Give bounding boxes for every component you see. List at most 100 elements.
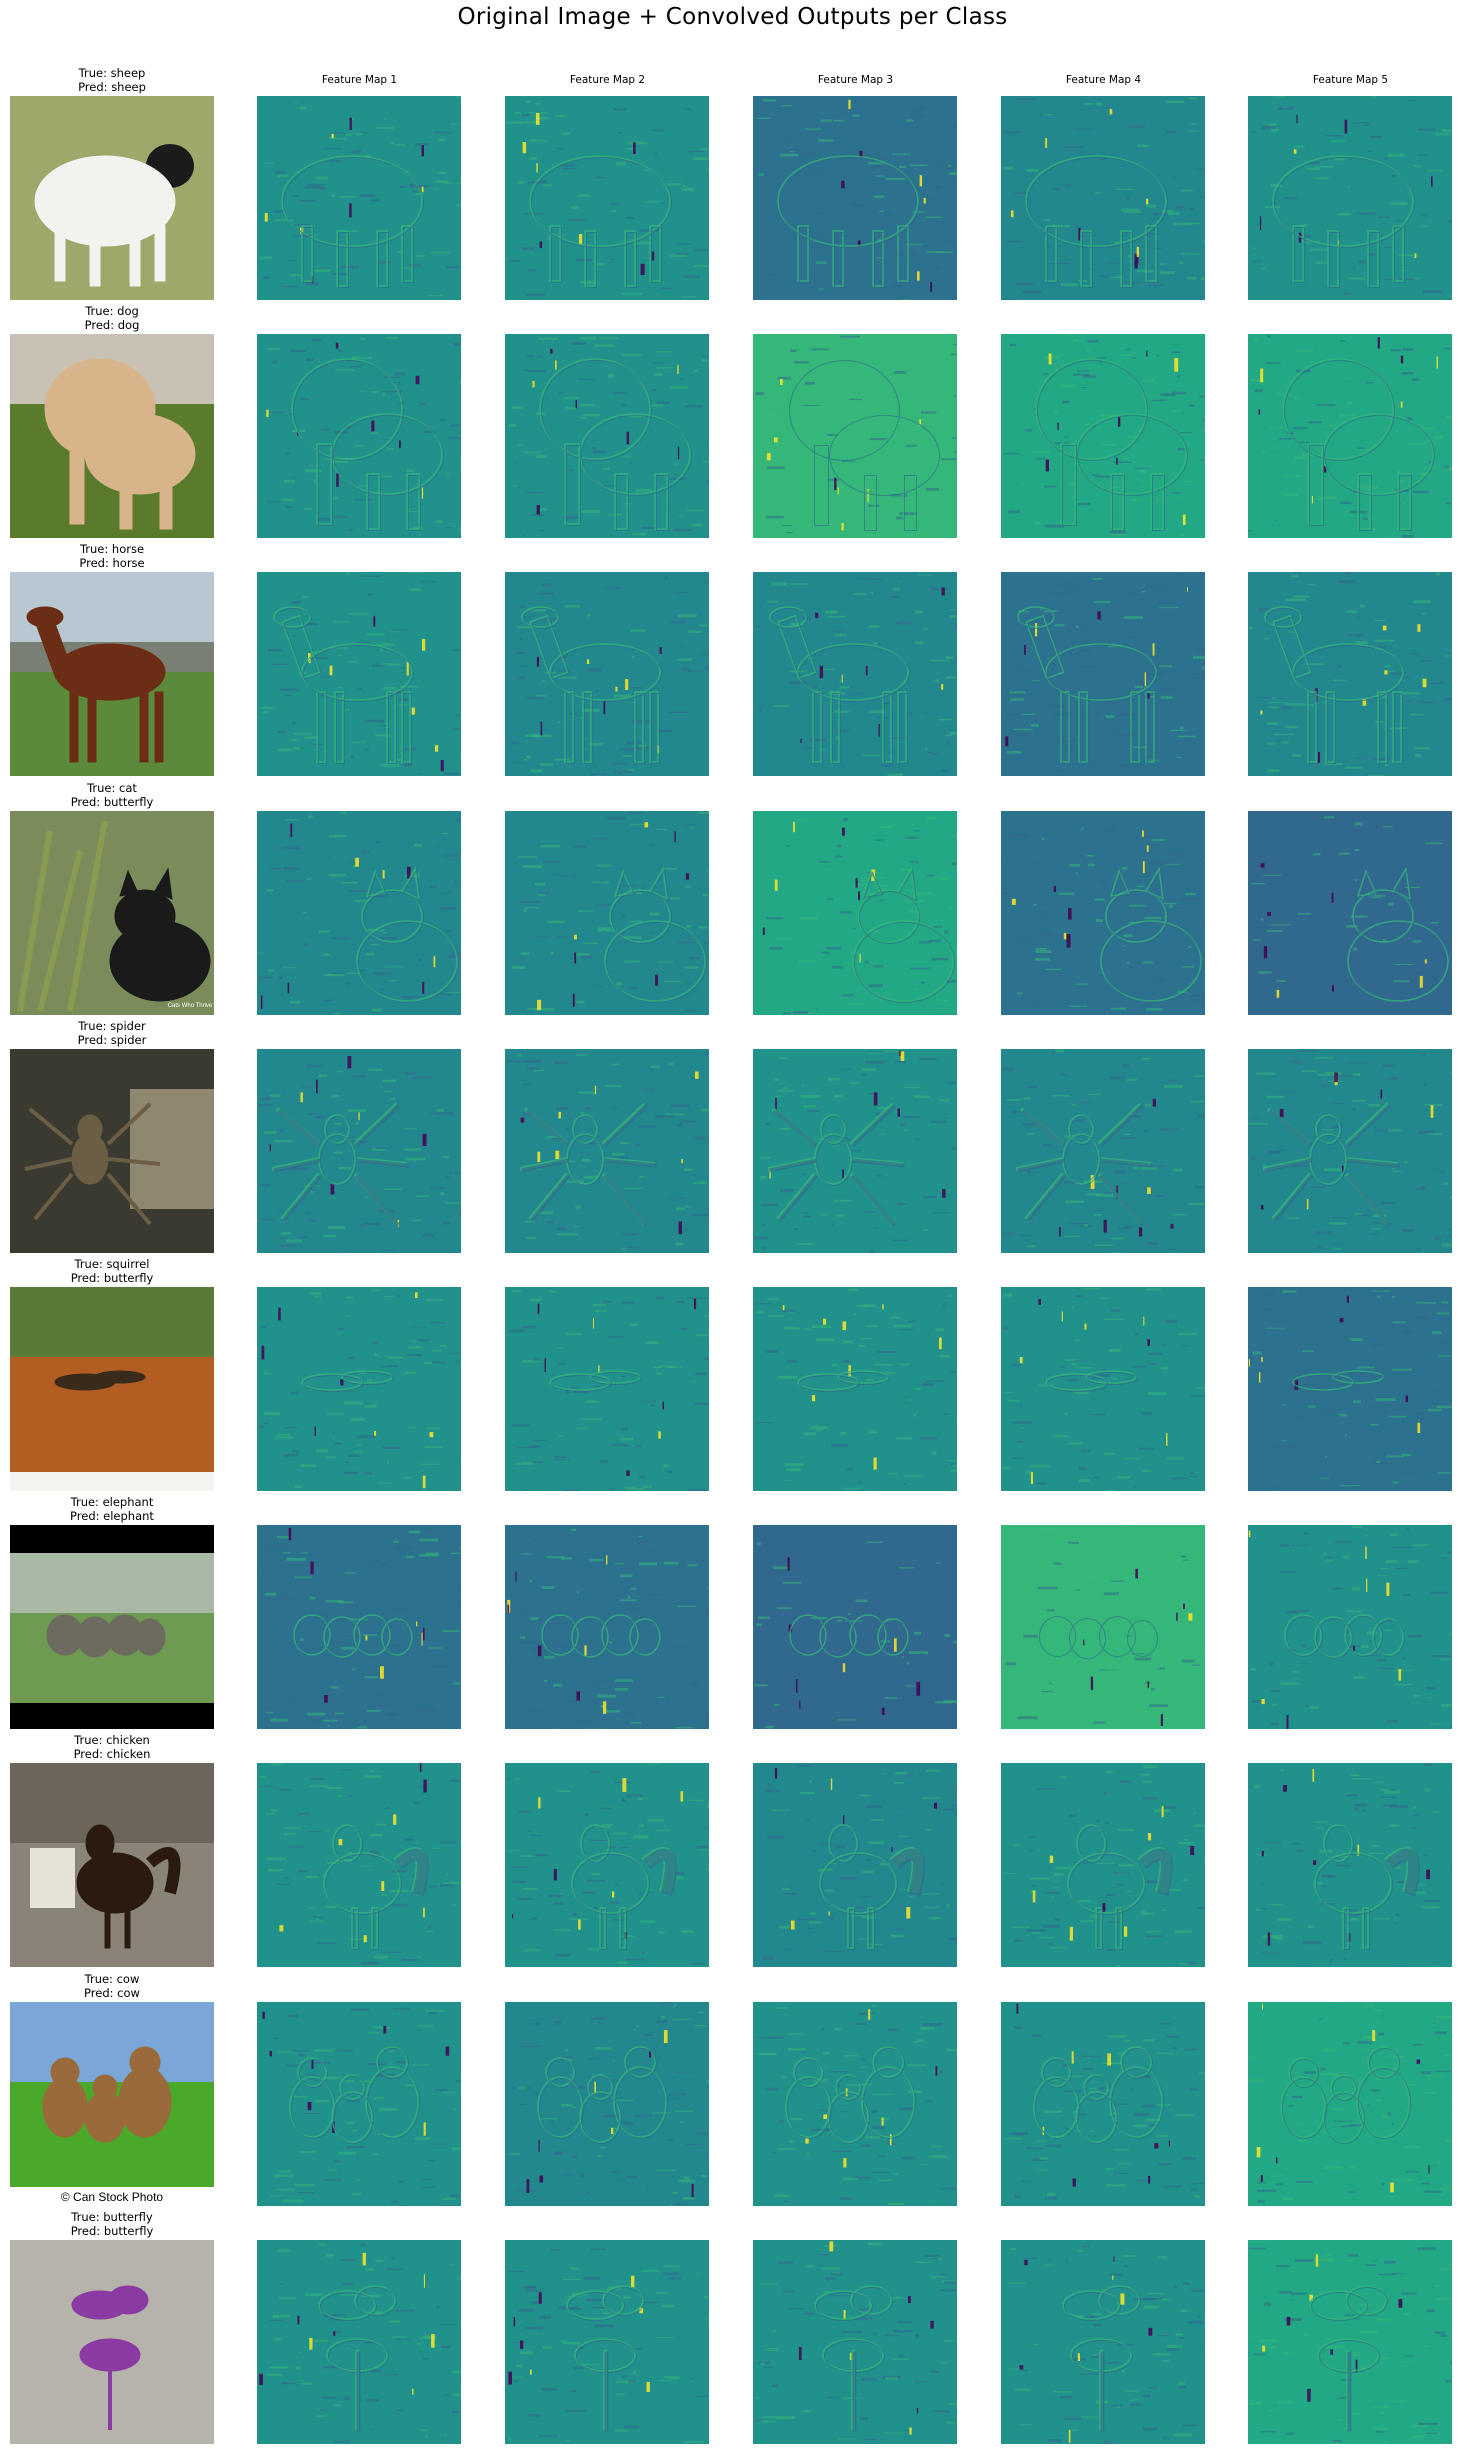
feature-map-2-cow (505, 2001, 709, 2206)
feature-map-3-chicken (753, 1763, 957, 1968)
true-label: True: sheep (78, 66, 146, 80)
true-label: True: elephant (70, 1495, 154, 1510)
activation-map (1248, 1287, 1452, 1491)
feature-map-4-spider (1001, 1048, 1205, 1253)
pred-label: Pred: horse (79, 556, 145, 571)
feature-map-1-butterfly (257, 2239, 461, 2444)
activation-map (505, 810, 709, 1015)
activation-map (505, 2239, 709, 2444)
activation-map (1001, 334, 1205, 539)
pred-label: Pred: sheep (78, 80, 146, 94)
feature-map-3-elephant (753, 1525, 957, 1730)
feature-map-2-squirrel (505, 1287, 709, 1491)
original-image-sheep (10, 96, 214, 300)
photo-elephant (10, 1525, 214, 1730)
activation-map (1248, 2001, 1452, 2206)
feature-map-2-butterfly (505, 2239, 709, 2444)
true-label: True: cat (87, 780, 137, 795)
photo-squirrel (10, 1287, 214, 1491)
activation-map (257, 810, 461, 1015)
feature-map-2-chicken (505, 1763, 709, 1968)
row-label-squirrel: True: squirrel Pred: butterfly (2, 1257, 222, 1285)
activation-map (257, 1525, 461, 1730)
activation-map (1248, 810, 1452, 1015)
true-label: True: horse (79, 542, 145, 557)
feature-map-1-sheep (257, 96, 461, 300)
true-label: True: dog (85, 304, 139, 319)
activation-map (1001, 1763, 1205, 1968)
activation-map (1248, 1525, 1452, 1730)
photo-butterfly (10, 2239, 214, 2444)
activation-map (753, 1287, 957, 1491)
feature-map-3-sheep (753, 96, 957, 300)
activation-map (257, 2239, 461, 2444)
row-label-spider: True: spider Pred: spider (2, 1019, 222, 1047)
true-label: True: spider (78, 1018, 146, 1033)
feature-map-3-cow (753, 2001, 957, 2206)
activation-map (505, 1763, 709, 1968)
feature-map-5-butterfly (1248, 2239, 1452, 2444)
activation-map (753, 2001, 957, 2206)
activation-map (1248, 334, 1452, 539)
feature-map-2-horse (505, 572, 709, 777)
pred-label: Pred: butterfly (70, 1271, 154, 1285)
activation-map (1248, 1048, 1452, 1253)
feature-map-5-dog (1248, 334, 1452, 539)
activation-map (1001, 2239, 1205, 2444)
photo-cat: Cats Who Thrive (10, 810, 214, 1015)
activation-map (505, 2001, 709, 2206)
pred-label: Pred: butterfly (70, 2223, 154, 2238)
feature-map-3-horse (753, 572, 957, 777)
feature-map-4-butterfly (1001, 2239, 1205, 2444)
feature-map-1-cow (257, 2001, 461, 2206)
pred-label: Pred: spider (77, 1032, 147, 1047)
feature-map-3-cat (753, 810, 957, 1015)
feature-map-5-sheep (1248, 96, 1452, 300)
activation-map (753, 1048, 957, 1253)
photo-sheep (10, 96, 214, 300)
feature-map-3-butterfly (753, 2239, 957, 2444)
feature-map-2-spider (505, 1048, 709, 1253)
original-image-dog (10, 334, 214, 539)
activation-map (257, 334, 461, 539)
activation-map (1001, 1287, 1205, 1491)
original-image-butterfly (10, 2239, 214, 2444)
activation-map (1001, 810, 1205, 1015)
true-label: True: cow (84, 1971, 140, 1986)
photo-chicken (10, 1763, 214, 1968)
feature-map-5-cat (1248, 810, 1452, 1015)
feature-map-header-5: Feature Map 5 (1312, 74, 1389, 86)
feature-map-1-cat (257, 810, 461, 1015)
activation-map (505, 334, 709, 539)
activation-map (753, 2239, 957, 2444)
original-image-horse (10, 572, 214, 777)
feature-map-4-squirrel (1001, 1287, 1205, 1491)
true-label: True: squirrel (74, 1257, 150, 1271)
activation-map (753, 334, 957, 539)
feature-map-1-spider (257, 1048, 461, 1253)
pred-label: Pred: dog (84, 318, 140, 333)
photo-cow: © Can Stock Photo (10, 2001, 214, 2206)
row-label-chicken: True: chicken Pred: chicken (2, 1733, 222, 1761)
row-label-horse: True: horse Pred: horse (2, 542, 222, 570)
feature-map-4-cow (1001, 2001, 1205, 2206)
row-label-dog: True: dog Pred: dog (2, 304, 222, 332)
feature-map-4-chicken (1001, 1763, 1205, 1968)
activation-map (1001, 2001, 1205, 2206)
feature-map-5-horse (1248, 572, 1452, 777)
true-label: True: chicken (74, 1733, 150, 1748)
original-image-spider (10, 1048, 214, 1253)
activation-map (257, 96, 461, 300)
true-label: True: butterfly (71, 2209, 153, 2224)
pred-label: Pred: cow (84, 1985, 140, 2000)
pred-label: Pred: chicken (73, 1747, 151, 1762)
feature-map-4-horse (1001, 572, 1205, 777)
row-label-elephant: True: elephant Pred: elephant (2, 1495, 222, 1523)
feature-map-1-horse (257, 572, 461, 777)
activation-map (753, 1525, 957, 1730)
feature-map-4-elephant (1001, 1525, 1205, 1730)
feature-map-header-2: Feature Map 2 (569, 74, 646, 86)
photo-dog (10, 334, 214, 539)
figure-title: Original Image + Convolved Outputs per C… (457, 4, 1008, 30)
feature-map-5-squirrel (1248, 1287, 1452, 1491)
